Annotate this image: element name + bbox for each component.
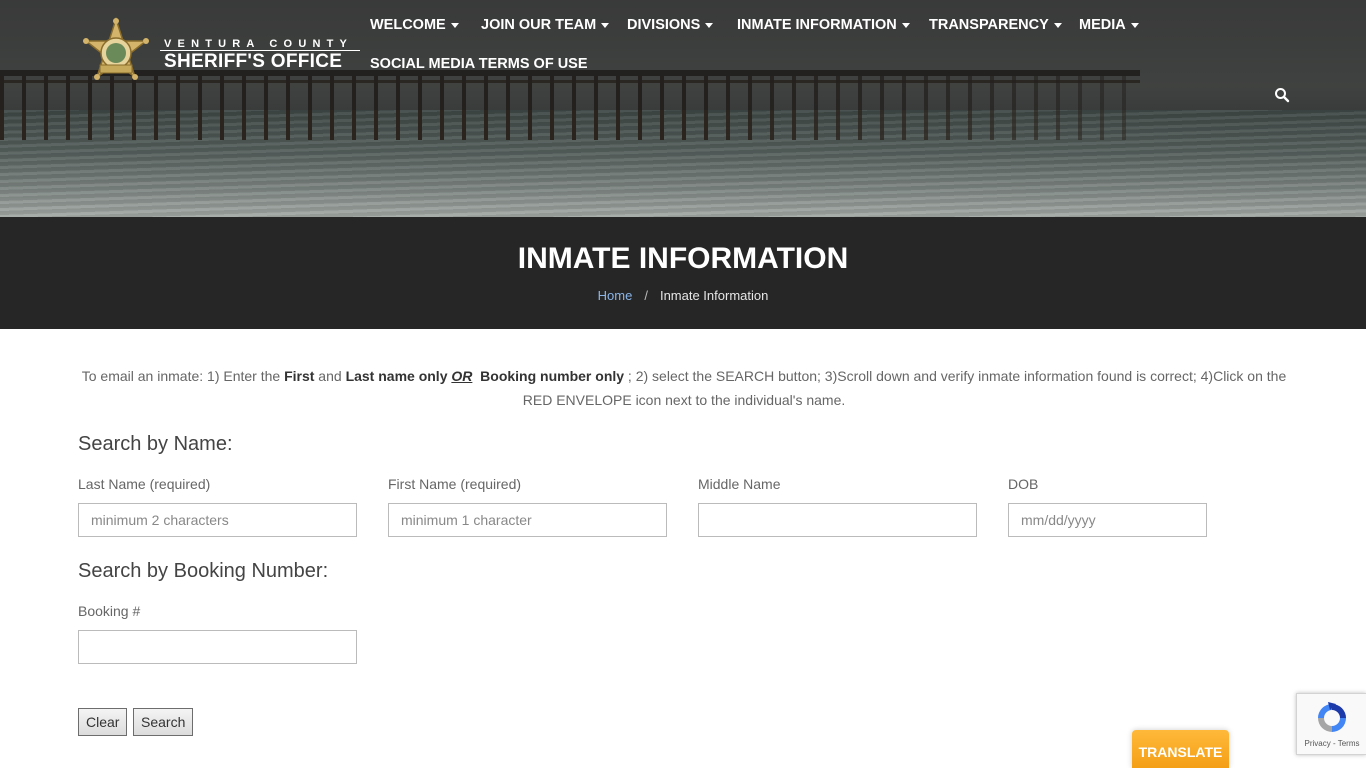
breadcrumb: Home / Inmate Information: [0, 288, 1366, 303]
dob-label: DOB: [1008, 476, 1039, 492]
recaptcha-links[interactable]: Privacy - Terms: [1297, 739, 1366, 748]
caret-down-icon: [450, 22, 459, 28]
middle-name-label: Middle Name: [698, 476, 781, 492]
search-button[interactable]: Search: [133, 708, 194, 736]
booking-number-label: Booking #: [78, 603, 141, 619]
translate-button[interactable]: TRANSLATE: [1132, 730, 1229, 768]
instructions-text: ; 2) select the SEARCH button; 3)Scroll …: [522, 368, 1287, 408]
first-name-label: First Name (required): [388, 476, 522, 492]
caret-down-icon: [901, 22, 910, 28]
instructions-text: and: [314, 368, 346, 384]
recaptcha-badge[interactable]: Privacy - Terms: [1296, 693, 1366, 755]
instructions-first-emphasis: First: [284, 368, 315, 384]
caret-down-icon: [1053, 22, 1062, 28]
breadcrumb-home-link[interactable]: Home: [598, 288, 633, 303]
search-by-booking-heading: Search by Booking Number:: [78, 560, 329, 582]
booking-number-field[interactable]: [78, 630, 357, 664]
site-logo[interactable]: VENTURA COUNTY SHERIFF'S OFFICE: [82, 17, 362, 93]
instructions-booking-emphasis: Booking number only: [480, 368, 625, 384]
nav-item-media[interactable]: MEDIA: [1079, 17, 1139, 33]
nav-item-label: DIVISIONS: [627, 17, 701, 33]
caret-down-icon: [705, 22, 714, 28]
nav-item-divisions[interactable]: DIVISIONS: [627, 17, 714, 33]
nav-item-label: TRANSPARENCY: [929, 17, 1049, 33]
clear-button[interactable]: Clear: [78, 708, 128, 736]
logo-office-text: SHERIFF'S OFFICE: [164, 51, 343, 72]
nav-item-label: JOIN OUR TEAM: [481, 17, 597, 33]
nav-item-label: INMATE INFORMATION: [737, 17, 897, 33]
search-by-name-heading: Search by Name:: [78, 433, 233, 455]
breadcrumb-current: Inmate Information: [659, 288, 769, 303]
nav-item-transparency[interactable]: TRANSPARENCY: [929, 17, 1062, 33]
nav-item-label: SOCIAL MEDIA TERMS OF USE: [370, 56, 588, 72]
instructions-last-name-emphasis: Last name only: [345, 368, 448, 384]
logo-county-text: VENTURA COUNTY: [164, 38, 354, 50]
last-name-label: Last Name (required): [78, 476, 211, 492]
dob-field[interactable]: [1008, 503, 1207, 537]
caret-down-icon: [601, 22, 610, 28]
nav-item-join-our-team[interactable]: JOIN OUR TEAM: [481, 17, 610, 33]
hero-banner: VENTURA COUNTY SHERIFF'S OFFICE WELCOME …: [0, 0, 1366, 217]
page-title: INMATE INFORMATION: [517, 242, 849, 275]
first-name-field[interactable]: [388, 503, 667, 537]
nav-item-label: WELCOME: [370, 17, 446, 33]
recaptcha-icon: [1318, 702, 1346, 732]
search-icon[interactable]: [1274, 87, 1290, 103]
email-instructions: To email an inmate: 1) Enter the First a…: [78, 364, 1290, 412]
sheriff-star-badge-icon: [83, 17, 149, 80]
nav-item-welcome[interactable]: WELCOME: [370, 17, 459, 33]
page-title-band: INMATE INFORMATION Home / Inmate Informati…: [0, 217, 1366, 329]
nav-item-inmate-information[interactable]: INMATE INFORMATION: [737, 17, 910, 33]
caret-down-icon: [1130, 22, 1139, 28]
nav-item-social-media-terms[interactable]: SOCIAL MEDIA TERMS OF USE: [370, 56, 588, 72]
instructions-text: To email an inmate: 1) Enter the: [81, 368, 285, 384]
nav-item-label: MEDIA: [1079, 17, 1126, 33]
middle-name-field[interactable]: [698, 503, 977, 537]
instructions-or-emphasis: OR: [451, 368, 473, 384]
last-name-field[interactable]: [78, 503, 357, 537]
breadcrumb-separator: /: [644, 288, 648, 303]
